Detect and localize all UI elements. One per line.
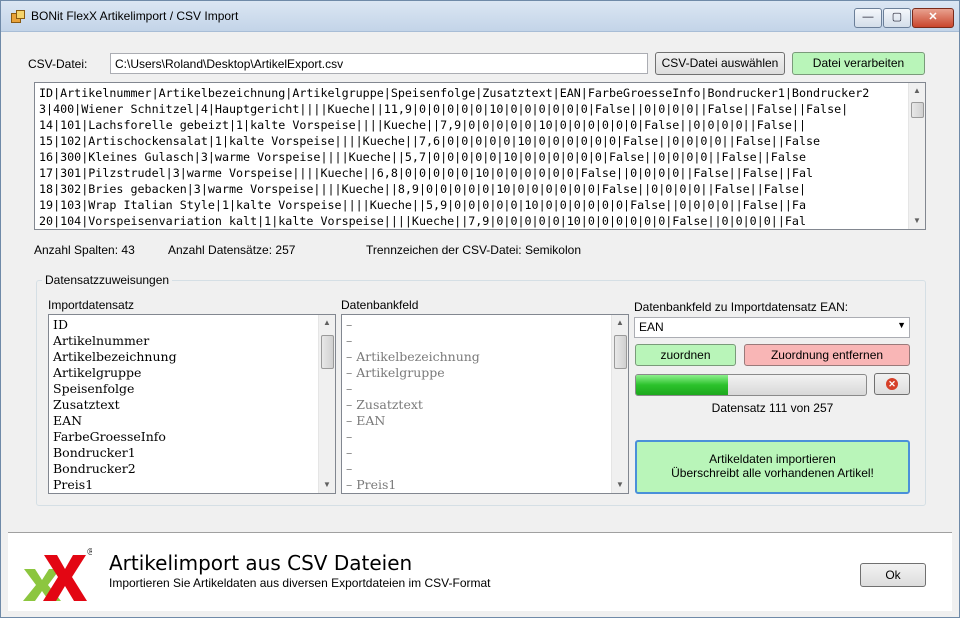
list-item[interactable]: Preis1 bbox=[53, 477, 177, 493]
scroll-thumb[interactable] bbox=[321, 335, 334, 369]
list-item[interactable]: – bbox=[346, 445, 480, 461]
csv-line: 15|102|Artischockensalat|1|kalte Vorspei… bbox=[39, 134, 821, 148]
db-list-scrollbar[interactable]: ▲ ▼ bbox=[611, 315, 628, 493]
assign-button[interactable]: zuordnen bbox=[635, 344, 736, 366]
list-item[interactable]: Bondrucker1 bbox=[53, 445, 177, 461]
list-item[interactable]: – Artikelgruppe bbox=[346, 365, 480, 381]
list-item[interactable]: Bondrucker2 bbox=[53, 461, 177, 477]
csv-line: 14|101|Lachsforelle gebeizt|1|kalte Vors… bbox=[39, 118, 806, 132]
list-item[interactable]: ID bbox=[53, 317, 177, 333]
csv-preview-textbox[interactable]: ID|Artikelnummer|Artikelbezeichnung|Arti… bbox=[34, 82, 926, 230]
list-item[interactable]: FarbeGroesseInfo bbox=[53, 429, 177, 445]
csv-preview-scrollbar[interactable]: ▲ ▼ bbox=[908, 83, 925, 229]
import-record-label: Importdatensatz bbox=[48, 298, 135, 312]
list-item[interactable]: – Zusatztext bbox=[346, 397, 480, 413]
title-bar[interactable]: BONit FlexX Artikelimport / CSV Import —… bbox=[1, 1, 959, 32]
scroll-up-icon[interactable]: ▲ bbox=[319, 315, 335, 331]
client-area: CSV-Datei: C:\Users\Roland\Desktop\Artik… bbox=[8, 32, 952, 611]
import-progress-bar bbox=[635, 374, 867, 396]
list-item[interactable]: – bbox=[346, 317, 480, 333]
ok-button[interactable]: Ok bbox=[860, 563, 926, 587]
list-item[interactable]: Artikelgruppe bbox=[53, 365, 177, 381]
scroll-down-icon[interactable]: ▼ bbox=[612, 477, 628, 493]
import-record-list[interactable]: ID Artikelnummer Artikelbezeichnung Artikel… bbox=[48, 314, 336, 494]
csv-line: 20|104|Vorspeisenvariation kalt|1|kalte … bbox=[39, 214, 806, 228]
csv-line: 19|103|Wrap Italian Style|1|kalte Vorspe… bbox=[39, 198, 806, 212]
chevron-down-icon[interactable]: ▼ bbox=[897, 320, 906, 330]
record-count-label: Anzahl Datensätze: 257 bbox=[168, 243, 296, 257]
csv-line: 17|301|Pilzstrudel|3|warme Vorspeise||||… bbox=[39, 166, 814, 180]
list-item[interactable]: Zusatztext bbox=[53, 397, 177, 413]
separator-label: Trennzeichen der CSV-Datei: Semikolon bbox=[366, 243, 581, 257]
progress-status: Datensatz 111 von 257 bbox=[711, 401, 834, 415]
import-button-line2: Überschreibt alle vorhandenen Artikel! bbox=[671, 466, 874, 480]
assignments-group-title: Datensatzzuweisungen bbox=[42, 273, 173, 287]
list-item[interactable]: – bbox=[346, 461, 480, 477]
minimize-button[interactable]: — bbox=[854, 8, 882, 28]
scroll-thumb[interactable] bbox=[614, 335, 627, 369]
csv-file-label: CSV-Datei: bbox=[28, 57, 88, 71]
scroll-down-icon[interactable]: ▼ bbox=[909, 213, 925, 229]
db-field-select[interactable]: EAN ▼ bbox=[634, 317, 910, 338]
csv-preview-lines: ID|Artikelnummer|Artikelbezeichnung|Arti… bbox=[39, 85, 909, 229]
process-file-button[interactable]: Datei verarbeiten bbox=[792, 52, 925, 75]
footer-subtitle: Importieren Sie Artikeldaten aus diverse… bbox=[109, 576, 491, 590]
footer-panel: ® Artikelimport aus CSV Dateien Importie… bbox=[8, 532, 952, 611]
scroll-down-icon[interactable]: ▼ bbox=[319, 477, 335, 493]
main-window: BONit FlexX Artikelimport / CSV Import —… bbox=[0, 0, 960, 618]
list-item[interactable]: – bbox=[346, 333, 480, 349]
scroll-up-icon[interactable]: ▲ bbox=[612, 315, 628, 331]
csv-line: ID|Artikelnummer|Artikelbezeichnung|Arti… bbox=[39, 86, 870, 100]
remove-assignment-button[interactable]: Zuordnung entfernen bbox=[744, 344, 910, 366]
import-button-line1: Artikeldaten importieren bbox=[709, 452, 836, 466]
column-count-label: Anzahl Spalten: 43 bbox=[34, 243, 135, 257]
list-item[interactable]: – bbox=[346, 381, 480, 397]
list-item[interactable]: EAN bbox=[53, 413, 177, 429]
db-field-select-value: EAN bbox=[639, 320, 664, 334]
close-button[interactable]: ✕ bbox=[912, 8, 954, 28]
import-articles-button[interactable]: Artikeldaten importieren Überschreibt al… bbox=[635, 440, 910, 494]
list-item[interactable]: – bbox=[346, 429, 480, 445]
list-item[interactable]: Artikelnummer bbox=[53, 333, 177, 349]
csv-line: 16|300|Kleines Gulasch|3|warme Vorspeise… bbox=[39, 150, 806, 164]
cancel-import-button[interactable]: ✕ bbox=[874, 373, 910, 395]
scroll-thumb[interactable] bbox=[911, 102, 924, 118]
select-csv-button[interactable]: CSV-Datei auswählen bbox=[655, 52, 785, 75]
app-icon bbox=[11, 10, 25, 23]
csv-line: 18|302|Bries gebacken|3|warme Vorspeise|… bbox=[39, 182, 806, 196]
progress-fill bbox=[636, 375, 728, 395]
cancel-icon: ✕ bbox=[886, 378, 898, 390]
footer-title: Artikelimport aus CSV Dateien bbox=[109, 551, 413, 575]
list-item[interactable]: – Artikelbezeichnung bbox=[346, 349, 480, 365]
db-field-for-ean-label: Datenbankfeld zu Importdatensatz EAN: bbox=[634, 300, 849, 314]
registered-mark: ® bbox=[86, 547, 92, 558]
csv-line: 3|400|Wiener Schnitzel|4|Hauptgericht|||… bbox=[39, 102, 849, 116]
maximize-button[interactable]: ▢ bbox=[883, 8, 911, 28]
list-item[interactable]: – EAN bbox=[346, 413, 480, 429]
window-title: BONit FlexX Artikelimport / CSV Import bbox=[31, 9, 239, 23]
scroll-up-icon[interactable]: ▲ bbox=[909, 83, 925, 99]
db-field-list[interactable]: – – – Artikelbezeichnung – Artikelgruppe – – … bbox=[341, 314, 629, 494]
list-item[interactable]: Speisenfolge bbox=[53, 381, 177, 397]
list-item[interactable]: Artikelbezeichnung bbox=[53, 349, 177, 365]
db-field-label: Datenbankfeld bbox=[341, 298, 419, 312]
import-list-scrollbar[interactable]: ▲ ▼ bbox=[318, 315, 335, 493]
flexx-logo: ® bbox=[23, 547, 92, 601]
csv-path-field[interactable]: C:\Users\Roland\Desktop\ArtikelExport.cs… bbox=[110, 53, 648, 74]
list-item[interactable]: – Preis1 bbox=[346, 477, 480, 493]
